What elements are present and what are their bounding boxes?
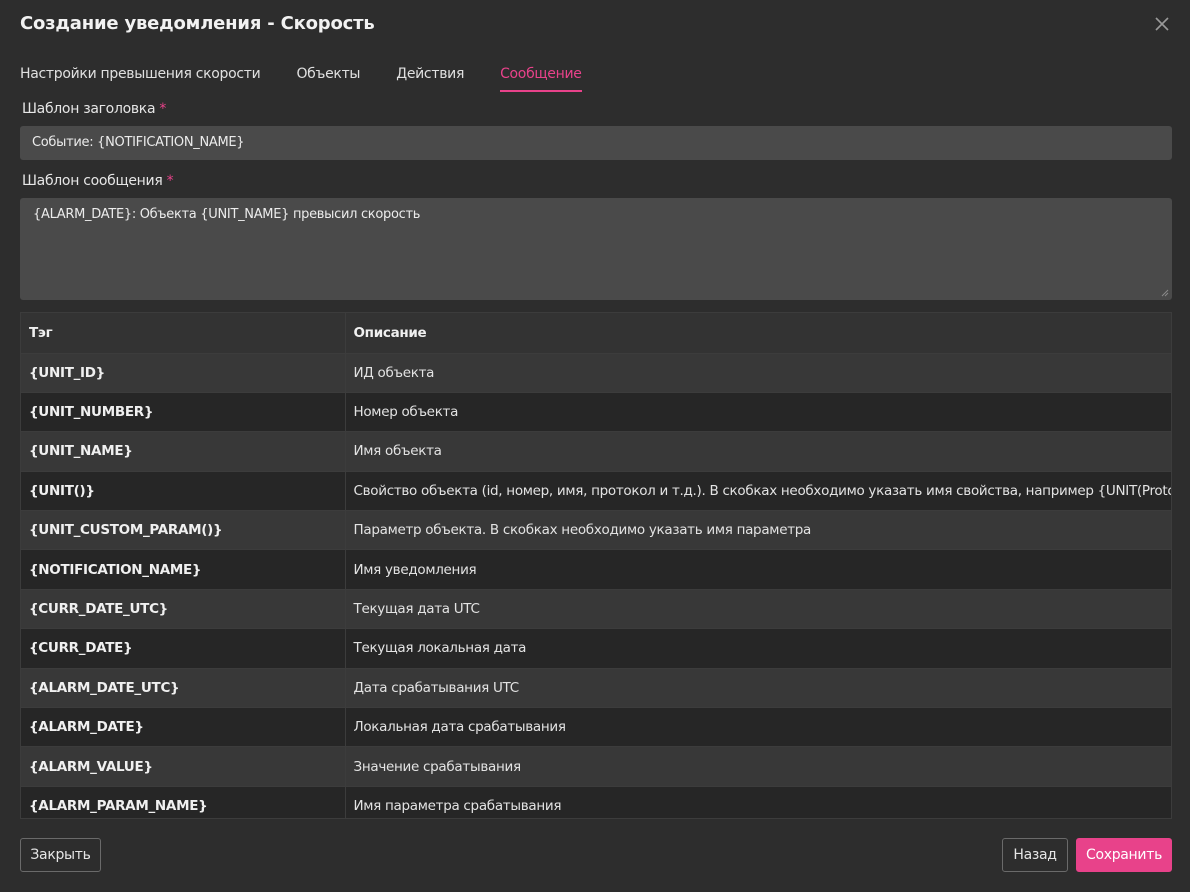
table-row[interactable]: {UNIT_ID} ИД объекта [21,353,1171,393]
save-button[interactable]: Сохранить [1076,838,1172,872]
table-row[interactable]: {ALARM_DATE} Локальная дата срабатывания [21,707,1171,748]
table-row[interactable]: {UNIT_NUMBER} Номер объекта [21,392,1171,433]
description-cell: Имя параметра срабатывания [345,786,1171,818]
title-template-label-text: Шаблон заголовка [22,101,156,117]
description-cell: Имя уведомления [345,549,1171,590]
column-header-description[interactable]: Описание [345,313,1171,354]
table-row[interactable]: {UNIT_CUSTOM_PARAM()} Параметр объекта. В… [21,510,1171,551]
table-row[interactable]: {ALARM_VALUE} Значение срабатывания [21,746,1171,787]
description-cell: Номер объекта [345,392,1171,433]
description-cell: Значение срабатывания [345,746,1171,787]
required-mark: * [159,101,167,117]
tag-cell: {UNIT_ID} [21,353,346,393]
tag-cell: {UNIT_CUSTOM_PARAM()} [21,510,346,551]
description-cell: ИД объекта [345,353,1171,393]
table-row[interactable]: {NOTIFICATION_NAME} Имя уведомления [21,549,1171,590]
table-row[interactable]: {CURR_DATE_UTC} Текущая дата UTC [21,589,1171,630]
title-template-input[interactable]: Событие: {NOTIFICATION_NAME} [20,126,1172,160]
description-cell: Текущая дата UTC [345,589,1171,630]
table-header-row: Тэг Описание [21,313,1171,354]
table-row[interactable]: {ALARM_PARAM_NAME} Имя параметра срабатыв… [21,786,1171,818]
message-template-value: {ALARM_DATE}: Объекта {UNIT_NAME} превыс… [33,207,421,222]
description-cell: Свойство объекта (id, номер, имя, проток… [345,471,1171,512]
message-template-label-text: Шаблон сообщения [22,173,163,189]
tag-cell: {ALARM_VALUE} [21,746,346,787]
close-dialog-button[interactable]: Закрыть [20,838,101,872]
tag-cell: {UNIT_NUMBER} [21,392,346,433]
title-template-label: Шаблон заголовка * [22,101,166,117]
dialog-title: Создание уведомления - Скорость [20,13,375,34]
table-row[interactable]: {UNIT()} Свойство объекта (id, номер, имя… [21,471,1171,512]
tag-cell: {ALARM_PARAM_NAME} [21,786,346,818]
description-cell: Имя объекта [345,431,1171,472]
table-row[interactable]: {ALARM_DATE_UTC} Дата срабатывания UTC [21,668,1171,709]
tag-cell: {ALARM_DATE} [21,707,346,748]
description-cell: Параметр объекта. В скобках необходимо у… [345,510,1171,551]
tag-cell: {CURR_DATE} [21,628,346,669]
description-cell: Дата срабатывания UTC [345,668,1171,709]
required-mark: * [166,173,174,189]
tag-cell: {UNIT()} [21,471,346,512]
tag-cell: {UNIT_NAME} [21,431,346,472]
message-template-label: Шаблон сообщения * [22,173,174,189]
table-row[interactable]: {CURR_DATE} Текущая локальная дата [21,628,1171,669]
table-row[interactable]: {UNIT_NAME} Имя объекта [21,431,1171,472]
tab-speed-settings[interactable]: Настройки превышения скорости [20,66,261,92]
message-template-textarea[interactable]: {ALARM_DATE}: Объекта {UNIT_NAME} превыс… [20,198,1172,300]
tab-bar: Настройки превышения скорости Объекты Де… [20,66,618,92]
description-cell: Текущая локальная дата [345,628,1171,669]
tag-cell: {CURR_DATE_UTC} [21,589,346,630]
tag-cell: {ALARM_DATE_UTC} [21,668,346,709]
close-button[interactable] [1152,14,1172,34]
close-icon [1155,17,1169,31]
tab-message[interactable]: Сообщение [500,66,582,92]
description-cell: Локальная дата срабатывания [345,707,1171,748]
tag-cell: {NOTIFICATION_NAME} [21,549,346,590]
resize-grip-icon[interactable] [1161,289,1169,297]
column-header-tag[interactable]: Тэг [21,313,346,354]
tab-actions[interactable]: Действия [396,66,464,92]
tab-objects[interactable]: Объекты [296,66,360,92]
back-button[interactable]: Назад [1002,838,1068,872]
tags-table: Тэг Описание {UNIT_ID} ИД объекта {UNIT_N… [20,312,1172,819]
